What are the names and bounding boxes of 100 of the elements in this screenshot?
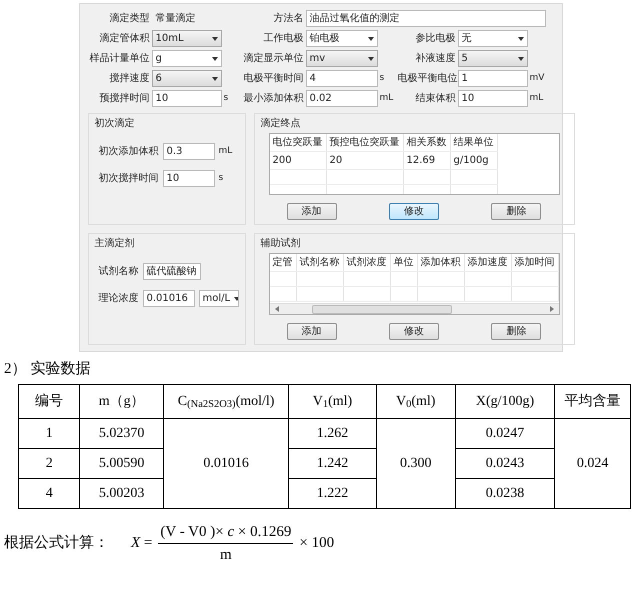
column-header: 添加体积 xyxy=(417,254,464,272)
input-field[interactable]: 0.02 xyxy=(306,90,378,107)
numerator: (V - V0 )× c × 0.1269 xyxy=(158,520,294,544)
formula-label: 根据公式计算： xyxy=(4,534,109,554)
group-title: 滴定终点 xyxy=(260,116,300,131)
field-label: 电极平衡电位 xyxy=(398,72,456,86)
field-label: 样品计量单位 xyxy=(88,52,150,66)
dropdown[interactable]: 10mL xyxy=(152,30,222,47)
scroll-left-icon[interactable] xyxy=(274,306,278,312)
unit-label: mL xyxy=(380,92,394,105)
field-label: 理论浓度 xyxy=(98,292,138,306)
table-cell: 200 xyxy=(270,152,326,170)
combo-box[interactable]: mol/L xyxy=(198,290,238,307)
field-label: 滴定管体积 xyxy=(98,32,150,46)
button[interactable]: 修改 xyxy=(388,203,439,220)
caret-icon xyxy=(518,56,524,60)
field-label: 初次添加体积 xyxy=(98,144,158,159)
field-label: 预搅拌时间 xyxy=(98,92,150,106)
unit-label: mV xyxy=(530,72,546,85)
unit-label: mL xyxy=(218,144,232,158)
scroll-thumb[interactable] xyxy=(312,304,452,314)
column-header: V$_{0}$(ml) xyxy=(376,384,456,418)
button[interactable]: 删除 xyxy=(491,203,542,220)
column-header: 添加时间 xyxy=(511,254,558,272)
field-label: 滴定类型 xyxy=(108,12,150,26)
scroll-right-icon[interactable] xyxy=(550,306,554,312)
column-header: m（g） xyxy=(80,384,164,418)
column-header: X(g/100g) xyxy=(455,384,555,418)
field-label: 工作电极 xyxy=(262,32,304,46)
unit-label: s xyxy=(218,172,224,185)
column-header: 结果单位 xyxy=(450,134,497,152)
table-cell: 4 xyxy=(18,478,80,508)
field-label: 电极平衡时间 xyxy=(242,72,304,86)
input-field[interactable]: 10 xyxy=(162,170,214,187)
column-header: C$_{(Na2S2O3)}$(mol/l) xyxy=(163,384,289,418)
unit-label: s xyxy=(224,92,230,105)
table-cell: 12.69 xyxy=(403,152,450,170)
field-label: 结束体积 xyxy=(414,92,456,106)
caret-icon xyxy=(212,36,218,40)
column-header: 预控电位突跃量 xyxy=(326,134,403,152)
combo-box[interactable]: g xyxy=(152,50,222,67)
field-label: 滴定显示单位 xyxy=(242,52,304,66)
column-header: 相关系数 xyxy=(403,134,450,152)
formula-text: × 100 xyxy=(299,534,334,554)
button[interactable]: 修改 xyxy=(388,323,439,340)
table-cell: 1 xyxy=(18,418,80,448)
column-header: 添加速度 xyxy=(464,254,511,272)
input-field[interactable]: 1 xyxy=(458,70,528,87)
caret-icon xyxy=(212,76,218,80)
field-label: 初次搅拌时间 xyxy=(98,172,158,186)
table-cell: 2 xyxy=(18,448,80,478)
input-field[interactable]: 4 xyxy=(306,70,378,87)
column-header: 单位 xyxy=(390,254,417,272)
field-label: 补液速度 xyxy=(414,52,456,66)
table-cell: 20 xyxy=(326,152,403,170)
dropdown[interactable]: mv xyxy=(306,50,378,67)
formula-text: X = xyxy=(131,534,152,554)
table-cell: 5.02370 xyxy=(80,418,164,448)
button[interactable]: 添加 xyxy=(286,203,337,220)
field-label: 试剂名称 xyxy=(98,264,138,279)
unit-label: mL xyxy=(530,92,544,105)
column-header: 编号 xyxy=(18,384,80,418)
field-label: 参比电极 xyxy=(414,32,456,46)
group-title: 主滴定剂 xyxy=(94,236,134,251)
caret-icon xyxy=(368,56,374,60)
field-label: 方法名 xyxy=(272,12,304,26)
field-label: 最小添加体积 xyxy=(242,92,304,106)
group-title: 辅助试剂 xyxy=(260,236,300,251)
caret-icon xyxy=(518,36,524,40)
group-title: 初次滴定 xyxy=(94,116,134,131)
column-header: 定管 xyxy=(270,254,296,272)
unit-label: s xyxy=(380,72,386,85)
table-cell: 0.0247 xyxy=(455,418,555,448)
combo-box[interactable]: 无 xyxy=(458,30,528,47)
input-field[interactable]: 硫代硫酸钠 xyxy=(142,263,200,280)
field-label: 搅拌速度 xyxy=(108,72,150,86)
table-cell: 0.01016 xyxy=(163,418,289,508)
column-header: 试剂名称 xyxy=(296,254,343,272)
dropdown[interactable]: 5 xyxy=(458,50,528,67)
input-field[interactable]: 油品过氧化值的测定 xyxy=(306,10,546,27)
button[interactable]: 添加 xyxy=(286,323,337,340)
horizontal-scrollbar[interactable] xyxy=(270,303,558,314)
button[interactable]: 删除 xyxy=(491,323,542,340)
table-cell: g/100g xyxy=(450,152,497,170)
caret-icon xyxy=(212,56,218,60)
table-cell: 0.024 xyxy=(554,418,630,508)
input-field[interactable]: 0.01016 xyxy=(142,290,194,307)
input-field[interactable]: 0.3 xyxy=(162,143,214,160)
input-field[interactable]: 10 xyxy=(458,90,528,107)
caret-icon xyxy=(368,36,374,40)
column-header: V$_{1}$(ml) xyxy=(288,384,376,418)
denominator: m xyxy=(220,546,232,565)
column-header: 电位突跃量 xyxy=(270,134,326,152)
table-cell: 1.262 xyxy=(288,418,376,448)
column-header: 平均含量 xyxy=(554,384,630,418)
dropdown[interactable]: 6 xyxy=(152,70,222,87)
column-header: 试剂浓度 xyxy=(343,254,390,272)
input-field[interactable]: 10 xyxy=(152,90,222,107)
table-cell: 0.300 xyxy=(376,418,456,508)
combo-box[interactable]: 铂电极 xyxy=(306,30,378,47)
